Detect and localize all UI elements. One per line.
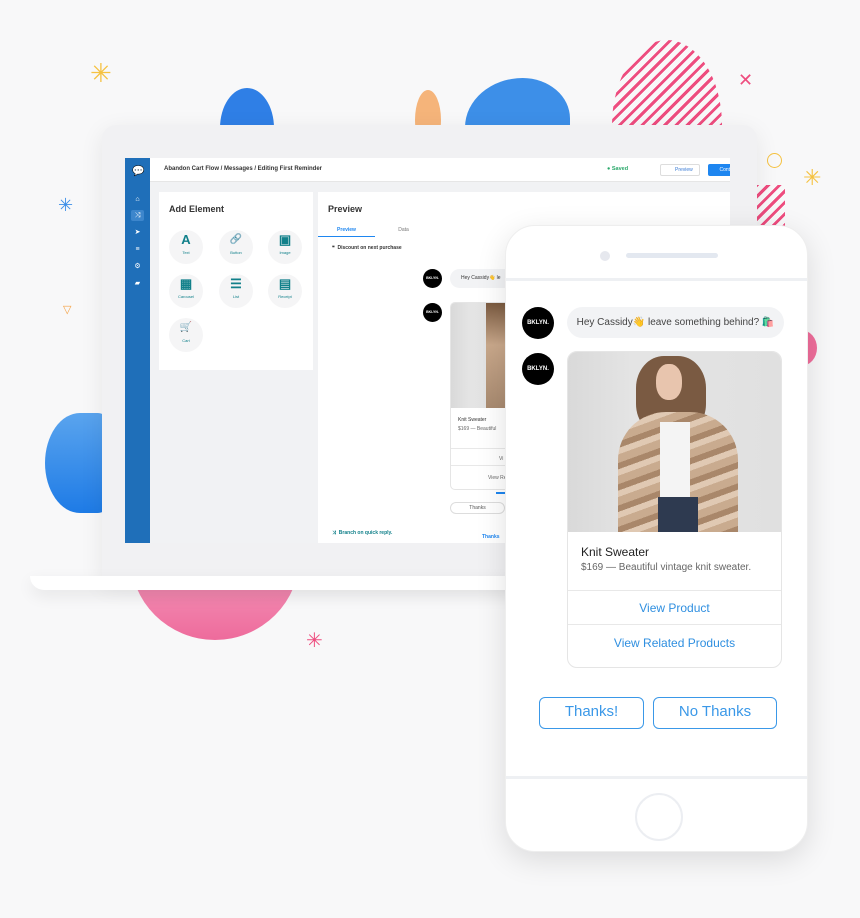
link-icon: 🔗 <box>229 234 243 245</box>
top-bar: Abandon Cart Flow / Messages / Editing F… <box>150 158 730 182</box>
divider <box>451 448 509 449</box>
product-card: Knit Sweater $169 — Beautiful vintage kn… <box>567 351 782 668</box>
branch-link[interactable]: Thanks <box>482 534 500 540</box>
element-label: Text <box>182 250 190 255</box>
brand-avatar: BKLYN. <box>522 353 554 385</box>
discount-text: Discount on next purchase <box>337 245 402 251</box>
shuffle-icon: ⤨ <box>332 530 337 536</box>
view-product-button[interactable]: Vi <box>499 456 503 462</box>
receipt-icon: ▤ <box>278 276 292 291</box>
decor-blob-striped-pink <box>755 185 785 230</box>
branch-text: Branch on quick reply. <box>338 530 393 536</box>
element-carousel[interactable]: ▦ Carousel <box>169 274 203 308</box>
brand-avatar: BKLYN. <box>522 307 554 339</box>
sparkle-icon: ✳ <box>90 58 112 88</box>
element-button[interactable]: 🔗 Button <box>219 230 253 264</box>
product-description: $169 — Beautiful vintage knit sweater. <box>581 562 752 573</box>
add-element-panel: Add Element A Text 🔗 Button ▣ Image ▦ Carous… <box>159 192 313 370</box>
chat-logo-icon[interactable]: 💬 <box>132 166 144 177</box>
cross-icon: ✕ <box>738 70 754 90</box>
camera-dot <box>600 251 610 261</box>
branch-label: ⤨ Branch on quick reply. <box>332 530 392 536</box>
brand-avatar: BKLYN. <box>423 269 442 288</box>
cart-icon: 🛒 <box>179 322 193 333</box>
tab-data[interactable]: Data <box>375 227 432 233</box>
sparkle-icon: ✳ <box>803 165 822 190</box>
add-element-title: Add Element <box>169 204 225 214</box>
element-label: Image <box>279 250 291 255</box>
divider <box>506 776 807 779</box>
circle-icon <box>767 153 782 168</box>
image-icon: ▣ <box>278 232 292 247</box>
divider <box>568 624 781 625</box>
breadcrumb[interactable]: Abandon Cart Flow / Messages / Editing F… <box>164 166 322 172</box>
divider <box>568 590 781 591</box>
tab-preview[interactable]: Preview <box>318 227 375 237</box>
element-label: List <box>232 294 240 299</box>
model-shirt <box>660 422 690 502</box>
element-text[interactable]: A Text <box>169 230 203 264</box>
element-receipt[interactable]: ▤ Receipt <box>268 274 302 308</box>
saved-label: Saved <box>611 166 629 172</box>
divider <box>451 465 509 466</box>
phone-mockup: BKLYN. Hey Cassidy👋 leave something behi… <box>505 225 808 852</box>
element-image[interactable]: ▣ Image <box>268 230 302 264</box>
text-icon: A <box>181 232 191 247</box>
list-icon[interactable]: ≡ <box>132 244 143 255</box>
greeting-bubble: Hey Cassidy👋 leave something behind? 🛍️ <box>567 307 784 338</box>
quick-reply-thanks[interactable]: Thanks! <box>539 697 644 729</box>
product-card-mini: Knit Sweater $169 — Beautiful Vi View Re <box>450 302 510 490</box>
preview-title: Preview <box>328 204 363 214</box>
sidebar: 💬 ⌂ ⤨ ➤ ≡ ⚙ ▰ <box>125 158 150 543</box>
quick-reply-thanks[interactable]: Thanks <box>450 502 505 514</box>
gear-icon[interactable]: ⚙ <box>132 261 143 272</box>
element-label: Button <box>230 250 242 255</box>
view-related-products-button[interactable]: View Related Products <box>568 636 781 650</box>
home-icon[interactable]: ⌂ <box>132 194 143 205</box>
product-title: Knit Sweater <box>581 545 650 559</box>
product-image <box>568 352 781 532</box>
saved-status: ● Saved <box>607 166 629 172</box>
element-list[interactable]: ☰ List <box>219 274 253 308</box>
send-icon[interactable]: ➤ <box>132 227 143 238</box>
divider <box>506 278 807 281</box>
view-product-button[interactable]: View Product <box>568 601 781 615</box>
element-cart[interactable]: 🛒 Cart <box>169 318 203 352</box>
model-jeans <box>658 497 698 532</box>
product-price: $169 — Beautiful <box>458 426 497 432</box>
book-icon[interactable]: ▰ <box>132 278 143 289</box>
sparkle-icon: ✳ <box>306 630 323 652</box>
home-button[interactable] <box>635 793 683 841</box>
continue-button[interactable]: Continue <box>708 164 730 176</box>
product-title: Knit Sweater <box>458 417 487 423</box>
speaker <box>626 253 718 258</box>
brand-avatar: BKLYN. <box>423 303 442 322</box>
list-icon: ☰ <box>230 276 242 291</box>
element-label: Receipt <box>278 294 292 299</box>
discount-label: ❝ Discount on next purchase <box>332 245 402 251</box>
view-related-button[interactable]: View Re <box>488 475 507 481</box>
triangle-icon: ▽ <box>63 304 72 316</box>
preview-button[interactable]: Preview <box>660 164 700 176</box>
model-face <box>656 364 682 400</box>
sparkle-icon: ✳ <box>58 195 74 215</box>
element-label: Cart <box>182 338 190 343</box>
quick-reply-no-thanks[interactable]: No Thanks <box>653 697 777 729</box>
element-label: Carousel <box>177 294 194 299</box>
flow-icon[interactable]: ⤨ <box>131 210 144 221</box>
product-image <box>451 303 509 408</box>
carousel-icon: ▦ <box>179 276 193 291</box>
